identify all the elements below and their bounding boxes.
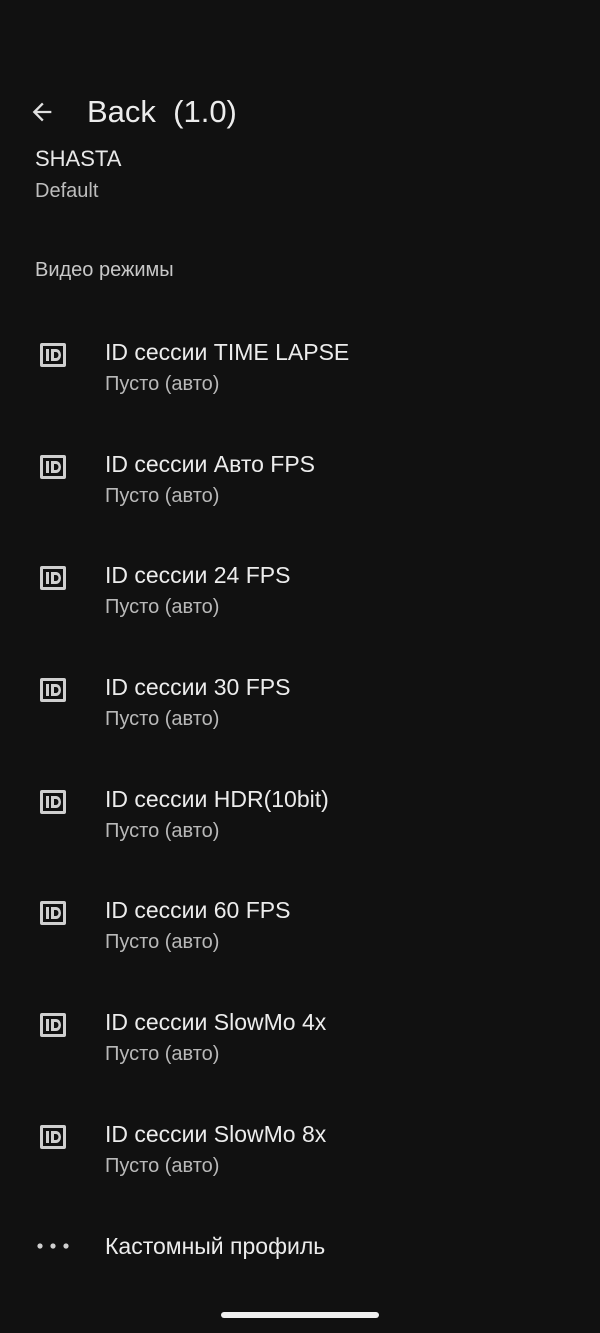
back-button[interactable] bbox=[22, 92, 62, 132]
video-modes-list: ID сессии TIME LAPSE Пусто (авто) ID сес… bbox=[0, 312, 600, 1206]
item-title: ID сессии HDR(10bit) bbox=[105, 785, 329, 812]
list-item[interactable]: ID сессии TIME LAPSE Пусто (авто) bbox=[0, 312, 600, 424]
id-badge-icon bbox=[40, 1013, 66, 1038]
id-badge-icon bbox=[40, 566, 66, 591]
item-title: ID сессии 30 FPS bbox=[105, 674, 291, 701]
section-header: Видео режимы bbox=[35, 259, 174, 281]
id-badge-icon bbox=[40, 1124, 66, 1149]
item-title: ID сессии Авто FPS bbox=[105, 450, 316, 477]
previous-item-title[interactable]: SHASTA bbox=[35, 146, 121, 172]
item-title: ID сессии TIME LAPSE bbox=[105, 339, 350, 365]
item-summary: Пусто (авто) bbox=[105, 1154, 220, 1177]
list-item[interactable]: ID сессии SlowMo 8x Пусто (авто) bbox=[0, 1094, 600, 1206]
item-title: ID сессии 24 FPS bbox=[105, 562, 291, 589]
arrow-back-icon bbox=[32, 102, 52, 122]
id-badge-icon bbox=[40, 789, 66, 814]
more-dots-icon bbox=[37, 1243, 69, 1249]
list-item[interactable]: ID сессии HDR(10bit) Пусто (авто) bbox=[0, 759, 600, 871]
settings-screen: SHASTA Default Видео режимы ID сессии TI… bbox=[0, 0, 600, 1333]
item-summary: Пусто (авто) bbox=[105, 819, 220, 842]
gesture-nav-handle[interactable] bbox=[221, 1312, 379, 1318]
list-item[interactable]: ID сессии 60 FPS Пусто (авто) bbox=[0, 870, 600, 982]
item-summary: Пусто (авто) bbox=[105, 931, 220, 954]
item-title: ID сессии SlowMo 8x bbox=[105, 1120, 327, 1147]
item-title: ID сессии SlowMo 4x bbox=[105, 1009, 327, 1036]
custom-profile-item[interactable]: Кастомный профиль bbox=[0, 1218, 600, 1278]
item-summary: Пусто (авто) bbox=[105, 484, 220, 507]
list-item[interactable]: ID сессии SlowMo 4x Пусто (авто) bbox=[0, 982, 600, 1094]
custom-profile-title: Кастомный профиль bbox=[105, 1233, 326, 1259]
previous-item-summary: Default bbox=[35, 180, 99, 202]
id-badge-icon bbox=[40, 454, 66, 479]
id-badge-icon bbox=[40, 678, 66, 703]
page-title: Back (1.0) bbox=[87, 94, 237, 129]
item-summary: Пусто (авто) bbox=[105, 596, 220, 619]
id-badge-icon bbox=[40, 901, 66, 926]
item-summary: Пусто (авто) bbox=[105, 373, 220, 395]
item-summary: Пусто (авто) bbox=[105, 1043, 220, 1066]
list-item[interactable]: ID сессии 30 FPS Пусто (авто) bbox=[0, 647, 600, 759]
app-bar: Back (1.0) bbox=[0, 80, 600, 148]
list-item[interactable]: ID сессии Авто FPS Пусто (авто) bbox=[0, 424, 600, 536]
item-title: ID сессии 60 FPS bbox=[105, 897, 291, 924]
id-badge-icon bbox=[40, 343, 66, 367]
list-item[interactable]: ID сессии 24 FPS Пусто (авто) bbox=[0, 535, 600, 647]
item-summary: Пусто (авто) bbox=[105, 708, 220, 731]
